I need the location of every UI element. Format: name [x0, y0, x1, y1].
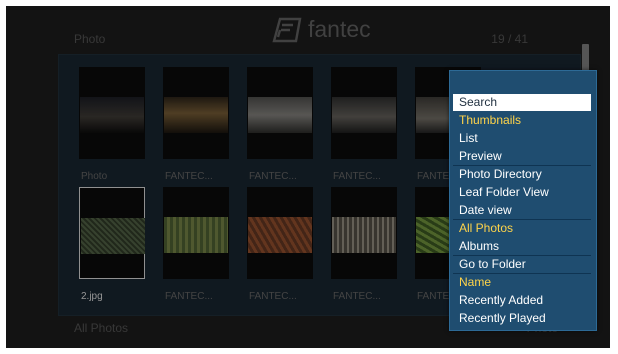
brand-name: fantec — [308, 16, 371, 42]
thumbnail-frame — [79, 187, 145, 279]
menu-item-recently-added[interactable]: Recently Added — [453, 292, 591, 309]
item-counter: 19 / 41 — [491, 32, 528, 46]
thumbnail-image — [164, 97, 228, 133]
thumbnail-image — [332, 97, 396, 133]
thumbnail-frame — [331, 67, 397, 159]
thumbnail-caption: FANTEC... — [333, 291, 381, 302]
thumbnail-caption: FANTEC... — [333, 171, 381, 182]
section-title: Photo — [74, 32, 106, 46]
menu-item-go-to-folder[interactable]: Go to Folder — [453, 256, 591, 273]
thumbnail-item[interactable]: 2.jpg — [79, 187, 145, 302]
thumbnail-frame — [79, 67, 145, 159]
thumbnail-caption: FANTEC... — [165, 291, 213, 302]
thumbnail-frame — [247, 67, 313, 159]
menu-item-thumbnails[interactable]: Thumbnails — [453, 112, 591, 129]
thumbnail-image — [80, 97, 144, 133]
thumbnail-caption: Photo — [81, 171, 108, 182]
menu-item-recently-played[interactable]: Recently Played — [453, 310, 591, 327]
fantec-logo: fantec — [272, 16, 371, 43]
thumbnail-frame — [163, 67, 229, 159]
menu-item-preview[interactable]: Preview — [453, 148, 591, 165]
thumbnail-frame — [163, 187, 229, 279]
thumbnail-item[interactable]: FANTEC... — [163, 187, 229, 302]
thumbnail-caption: 2.jpg — [81, 291, 103, 302]
menu-item-photo-directory[interactable]: Photo Directory — [453, 166, 591, 183]
thumbnail-caption: FANTEC... — [249, 171, 297, 182]
fantec-logo-icon — [272, 17, 302, 42]
thumbnail-image — [248, 217, 312, 253]
menu-item-leaf-folder-view[interactable]: Leaf Folder View — [453, 184, 591, 201]
thumbnail-item[interactable]: FANTEC... — [163, 67, 229, 182]
thumbnail-image — [164, 217, 228, 253]
menu-item-list[interactable]: List — [453, 130, 591, 147]
thumbnail-item[interactable]: FANTEC... — [247, 67, 313, 182]
menu-item-albums[interactable]: Albums — [453, 238, 591, 255]
menu-item-date-view[interactable]: Date view — [453, 202, 591, 219]
thumbnail-frame — [331, 187, 397, 279]
thumbnail-image — [332, 217, 396, 253]
menu-item-all-photos[interactable]: All Photos — [453, 220, 591, 237]
thumbnail-caption: FANTEC... — [165, 171, 213, 182]
context-menu: Search Thumbnails List Preview Photo Directo… — [449, 70, 597, 331]
menu-item-search[interactable]: Search — [453, 94, 591, 111]
thumbnail-image — [248, 97, 312, 133]
thumbnail-item[interactable]: FANTEC... — [247, 187, 313, 302]
thumbnail-frame — [247, 187, 313, 279]
thumbnail-item[interactable]: Photo — [79, 67, 145, 182]
thumbnail-item[interactable]: FANTEC... — [331, 67, 397, 182]
menu-item-name[interactable]: Name — [453, 274, 591, 291]
thumbnail-item[interactable]: FANTEC... — [331, 187, 397, 302]
media-player-screen: Photo 19 / 41 fantec Photo FANTEC... FANTE… — [6, 6, 610, 348]
thumbnail-caption: FANTEC... — [249, 291, 297, 302]
thumbnail-image — [81, 218, 145, 254]
filter-label: All Photos — [74, 321, 129, 335]
